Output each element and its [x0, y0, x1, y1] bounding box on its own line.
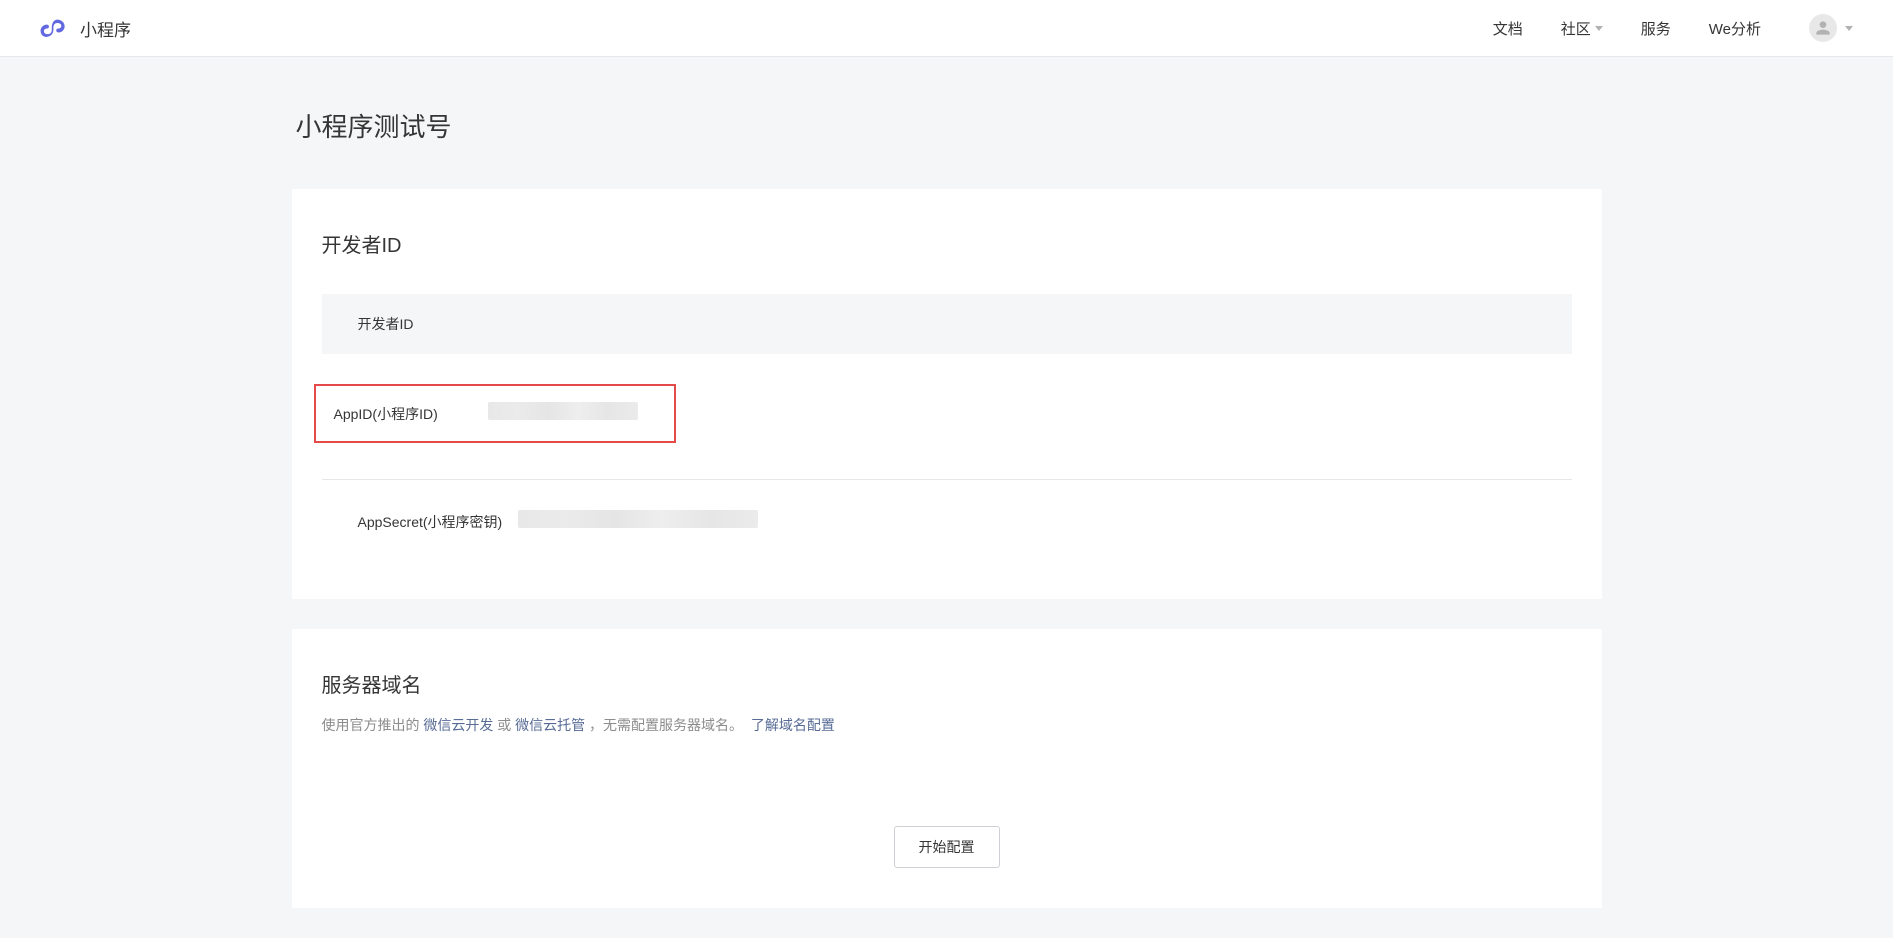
server-domain-desc: 使用官方推出的 微信云开发 或 微信云托管 ，无需配置服务器域名。 了解域名配置 — [322, 714, 1572, 736]
miniprogram-logo-icon — [40, 14, 68, 42]
appsecret-value — [518, 510, 1536, 533]
nav-community-label: 社区 — [1561, 18, 1591, 39]
header-left: 小程序 — [40, 14, 131, 42]
avatar-icon — [1809, 14, 1837, 42]
nav-weanalytics[interactable]: We分析 — [1709, 18, 1761, 39]
header-nav: 文档 社区 服务 We分析 — [1493, 14, 1853, 42]
link-cloud-dev[interactable]: 微信云开发 — [423, 717, 493, 733]
main-content: 小程序测试号 开发者ID 开发者ID AppID(小程序ID) AppSecre… — [292, 57, 1602, 908]
appsecret-row: AppSecret(小程序密钥) — [322, 479, 1572, 559]
chevron-down-icon — [1845, 26, 1853, 31]
developer-id-card: 开发者ID 开发者ID AppID(小程序ID) AppSecret(小程序密钥… — [292, 189, 1602, 599]
nav-docs[interactable]: 文档 — [1493, 18, 1523, 39]
link-cloud-hosting[interactable]: 微信云托管 — [515, 717, 585, 733]
start-config-button[interactable]: 开始配置 — [894, 826, 1000, 868]
table-header: 开发者ID — [322, 294, 1572, 354]
desc-middle: ，无需配置服务器域名。 — [585, 717, 743, 733]
developer-id-title: 开发者ID — [322, 229, 1572, 258]
server-domain-title: 服务器域名 — [322, 669, 1572, 698]
chevron-down-icon — [1595, 26, 1603, 31]
user-menu[interactable] — [1809, 14, 1853, 42]
link-learn-domain[interactable]: 了解域名配置 — [751, 717, 835, 733]
nav-community[interactable]: 社区 — [1561, 18, 1603, 39]
page-title: 小程序测试号 — [292, 107, 1602, 144]
appid-label: AppID(小程序ID) — [324, 404, 488, 424]
blurred-content-icon — [488, 402, 638, 420]
header: 小程序 文档 社区 服务 We分析 — [0, 0, 1893, 57]
logo-text: 小程序 — [80, 16, 131, 41]
server-domain-card: 服务器域名 使用官方推出的 微信云开发 或 微信云托管 ，无需配置服务器域名。 … — [292, 629, 1602, 908]
desc-prefix: 使用官方推出的 — [322, 717, 424, 733]
appid-row-highlighted: AppID(小程序ID) — [314, 384, 676, 443]
appsecret-label: AppSecret(小程序密钥) — [330, 512, 518, 532]
desc-or: 或 — [493, 717, 515, 733]
nav-service[interactable]: 服务 — [1641, 18, 1671, 39]
config-button-wrapper: 开始配置 — [322, 776, 1572, 868]
blurred-content-icon — [518, 510, 758, 528]
appid-value — [488, 402, 638, 425]
